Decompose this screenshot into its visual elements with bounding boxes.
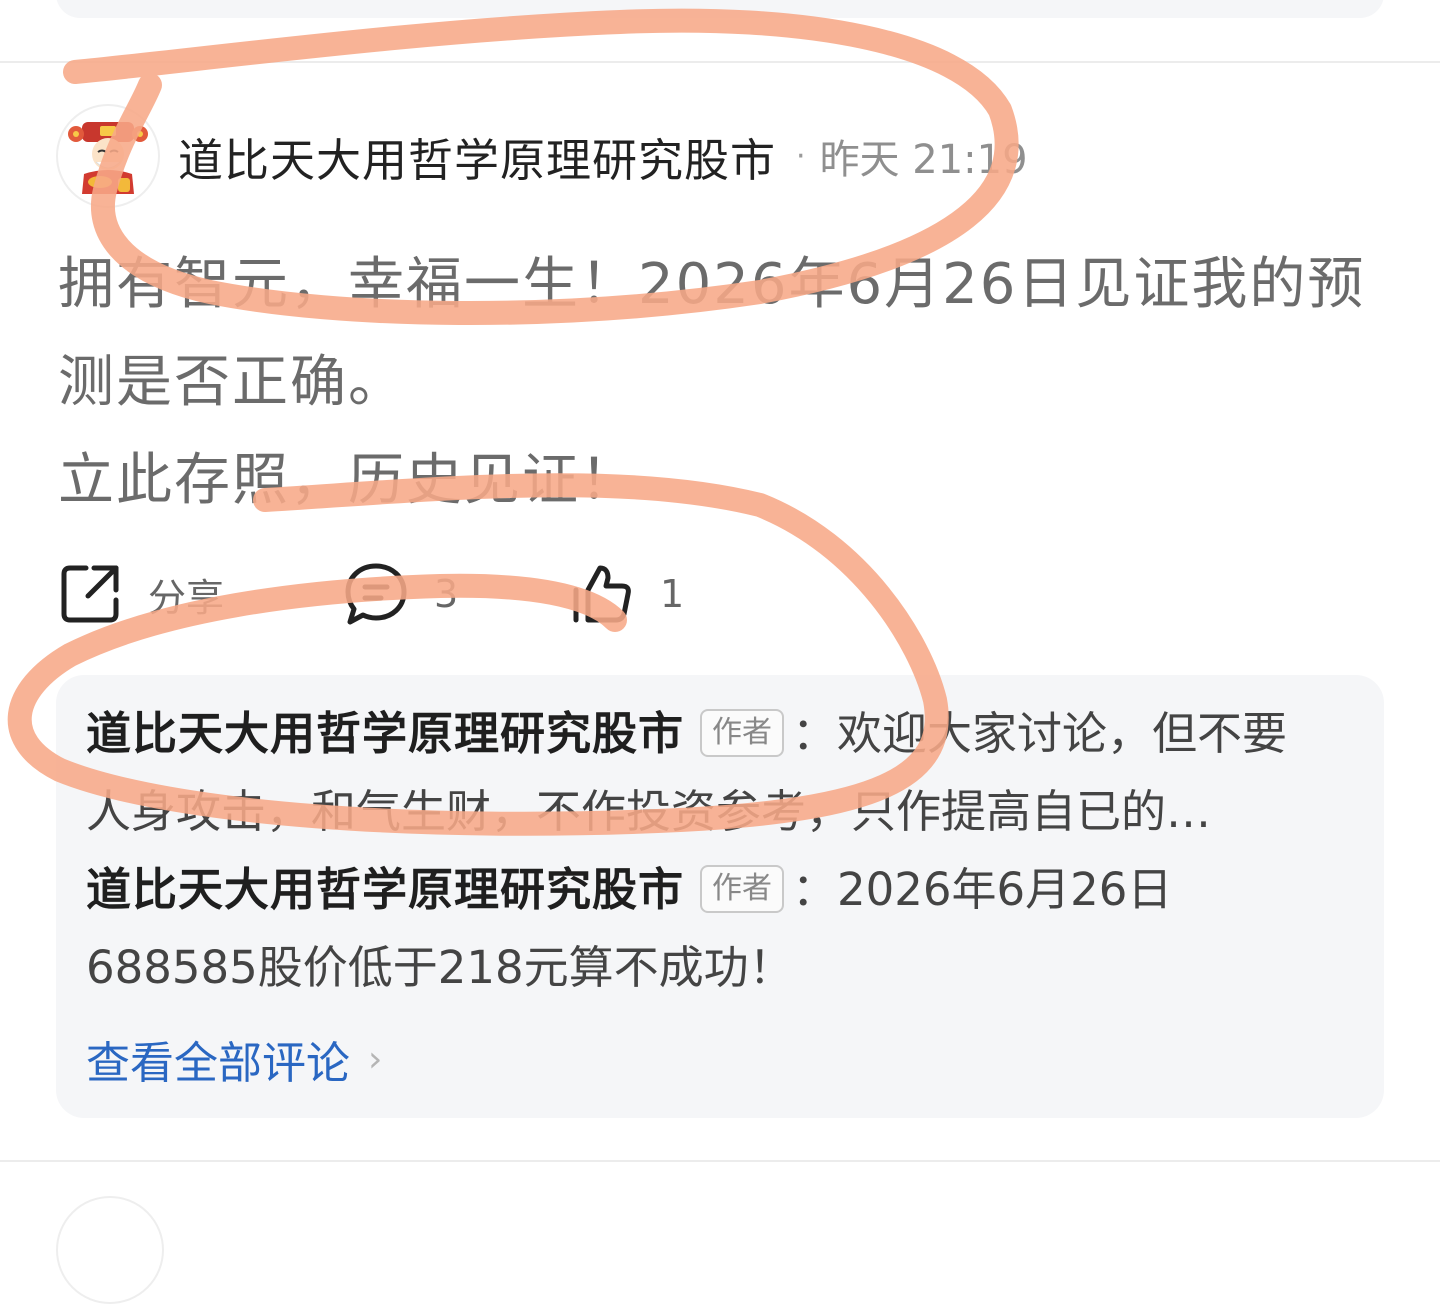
avatar[interactable] — [56, 104, 160, 208]
view-all-label: 查看全部评论 — [86, 1038, 350, 1089]
comment-button[interactable]: 3 — [344, 562, 570, 626]
share-label: 分享 — [148, 575, 225, 620]
comment-text: 人身攻击，和气生财，不作投资参考，只作提高自已的… — [86, 785, 1212, 838]
comment-count: 3 — [434, 572, 459, 616]
action-bar: 分享 3 1 — [58, 562, 684, 626]
author-tag: 作者 — [700, 865, 785, 913]
fortune-god-avatar-icon — [68, 122, 148, 194]
chevron-right-icon: › — [368, 1038, 383, 1080]
post-content[interactable]: 拥有智元，幸福一生！2026年6月26日见证我的预测是否正确。 立此存照，历史见… — [58, 236, 1388, 530]
like-button[interactable]: 1 — [570, 562, 684, 626]
comment-preview-box: 道比天大用哲学原理研究股市 作者 ：欢迎大家讨论，但不要 人身攻击，和气生财，不作投… — [56, 675, 1384, 1118]
separator-dot: · — [796, 138, 806, 174]
comment-line[interactable]: 道比天大用哲学原理研究股市 作者 ：欢迎大家讨论，但不要 — [86, 695, 1356, 773]
post-author[interactable]: 道比天大用哲学原理研究股市 — [178, 124, 776, 189]
next-post-avatar[interactable] — [56, 1196, 164, 1304]
share-button[interactable]: 分享 — [58, 562, 344, 626]
content-paragraph: 拥有智元，幸福一生！2026年6月26日见证我的预测是否正确。 — [58, 252, 1366, 415]
share-icon — [61, 565, 119, 623]
comment-text: ：欢迎大家讨论，但不要 — [792, 707, 1288, 760]
previous-comment-card — [56, 0, 1384, 18]
comment-line[interactable]: 人身攻击，和气生财，不作投资参考，只作提高自已的… — [86, 773, 1356, 851]
view-all-comments-link[interactable]: 查看全部评论 › — [86, 1027, 382, 1091]
comment-text: ：2026年6月26日 — [792, 863, 1173, 916]
comment-icon — [345, 563, 407, 625]
content-paragraph: 立此存照，历史见证！ — [58, 448, 638, 513]
thumbs-up-icon — [573, 565, 631, 623]
comment-author[interactable]: 道比天大用哲学原理研究股市 — [86, 707, 684, 760]
author-tag: 作者 — [700, 709, 785, 757]
comment-author[interactable]: 道比天大用哲学原理研究股市 — [86, 863, 684, 916]
like-count: 1 — [660, 572, 685, 616]
comment-text: 688585股价低于218元算不成功！ — [86, 941, 794, 994]
comment-line[interactable]: 688585股价低于218元算不成功！ — [86, 929, 1356, 1007]
bottom-divider — [0, 1160, 1440, 1162]
post-time: 昨天 21:19 — [819, 137, 1028, 183]
comment-line[interactable]: 道比天大用哲学原理研究股市 作者 ：2026年6月26日 — [86, 851, 1356, 929]
top-divider — [0, 61, 1440, 63]
post-header: 道比天大用哲学原理研究股市 · 昨天 21:19 — [56, 104, 1028, 208]
